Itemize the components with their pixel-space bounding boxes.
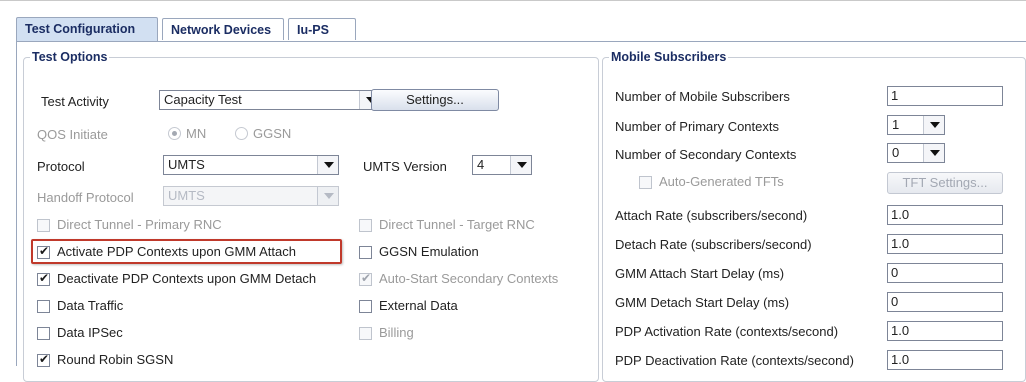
- protocol-dropdown[interactable]: UMTS: [163, 155, 339, 175]
- gmm-detach-delay-label: GMM Detach Start Delay (ms): [615, 295, 790, 310]
- auto-start-secondary-checkbox[interactable]: ✔: [359, 271, 372, 286]
- direct-tunnel-primary-checkbox[interactable]: [37, 219, 50, 232]
- test-activity-label: Test Activity: [41, 94, 109, 109]
- chevron-down-icon: [923, 144, 944, 162]
- direct-tunnel-primary-label: Direct Tunnel - Primary RNC: [57, 217, 222, 232]
- auto-start-secondary-label: Auto-Start Secondary Contexts: [379, 271, 559, 286]
- detach-rate-label: Detach Rate (subscribers/second): [615, 237, 812, 252]
- qos-mn-radio[interactable]: [168, 127, 181, 140]
- external-data-label: External Data: [379, 298, 458, 313]
- data-traffic-checkbox[interactable]: [37, 300, 50, 313]
- handoff-protocol-dropdown[interactable]: UMTS: [163, 186, 339, 206]
- billing-label: Billing: [379, 325, 414, 340]
- data-traffic-label: Data Traffic: [57, 298, 124, 313]
- attach-rate-input[interactable]: 1.0: [887, 205, 1003, 225]
- chevron-down-icon: [317, 156, 338, 174]
- tab-iu-ps[interactable]: Iu-PS: [288, 18, 356, 40]
- pdp-activation-input[interactable]: 1.0: [887, 321, 1003, 341]
- ggsn-emulation-checkbox[interactable]: [359, 246, 372, 259]
- pdp-activation-label: PDP Activation Rate (contexts/second): [615, 324, 839, 339]
- round-robin-sgsn-label: Round Robin SGSN: [57, 352, 174, 367]
- qos-initiate-label: QOS Initiate: [37, 127, 108, 142]
- pdp-deactivation-input[interactable]: 1.0: [887, 350, 1003, 370]
- deactivate-pdp-label: Deactivate PDP Contexts upon GMM Detach: [57, 271, 317, 286]
- primary-contexts-value: 1: [892, 117, 900, 132]
- primary-contexts-dropdown[interactable]: 1: [887, 115, 945, 135]
- attach-rate-label: Attach Rate (subscribers/second): [615, 208, 808, 223]
- highlight-annotation: [31, 239, 342, 264]
- data-ipsec-label: Data IPSec: [57, 325, 123, 340]
- test-activity-value: Capacity Test: [164, 92, 242, 107]
- umts-version-dropdown[interactable]: 4: [472, 155, 532, 175]
- protocol-label: Protocol: [37, 159, 85, 174]
- tab-network-devices[interactable]: Network Devices: [162, 18, 284, 40]
- gmm-attach-delay-label: GMM Attach Start Delay (ms): [615, 266, 785, 281]
- test-configuration-panel: Test Options Test Activity Capacity Test…: [16, 42, 1026, 382]
- deactivate-pdp-checkbox[interactable]: ✔: [37, 271, 50, 286]
- secondary-contexts-label: Number of Secondary Contexts: [615, 147, 797, 162]
- umts-version-value: 4: [477, 157, 485, 172]
- direct-tunnel-target-label: Direct Tunnel - Target RNC: [379, 217, 535, 232]
- check-mark-icon: ✔: [361, 271, 372, 285]
- direct-tunnel-target-checkbox[interactable]: [359, 219, 372, 232]
- gmm-detach-delay-input[interactable]: 0: [887, 292, 1003, 312]
- tab-test-configuration[interactable]: Test Configuration: [16, 17, 158, 41]
- secondary-contexts-value: 0: [892, 145, 900, 160]
- primary-contexts-label: Number of Primary Contexts: [615, 119, 779, 134]
- chevron-down-icon: [510, 156, 531, 174]
- check-mark-icon: ✔: [39, 271, 50, 285]
- mobile-subscribers-legend: Mobile Subscribers: [611, 50, 727, 64]
- handoff-protocol-label: Handoff Protocol: [37, 190, 134, 205]
- qos-mn-label: MN: [186, 126, 207, 141]
- check-mark-icon: ✔: [39, 352, 50, 366]
- num-subscribers-input[interactable]: 1: [887, 86, 1003, 106]
- auto-generated-tfts-label: Auto-Generated TFTs: [659, 174, 784, 189]
- auto-generated-tfts-checkbox[interactable]: [639, 176, 652, 189]
- gmm-attach-delay-input[interactable]: 0: [887, 263, 1003, 283]
- radio-selected-dot: [172, 131, 177, 136]
- handoff-protocol-value: UMTS: [168, 188, 205, 203]
- umts-version-label: UMTS Version: [363, 159, 447, 174]
- test-options-legend: Test Options: [32, 50, 108, 64]
- qos-ggsn-radio[interactable]: [235, 127, 248, 140]
- external-data-checkbox[interactable]: [359, 300, 372, 313]
- secondary-contexts-dropdown[interactable]: 0: [887, 143, 945, 163]
- qos-ggsn-label: GGSN: [253, 126, 292, 141]
- data-ipsec-checkbox[interactable]: [37, 327, 50, 340]
- test-activity-dropdown[interactable]: Capacity Test: [159, 90, 381, 110]
- chevron-down-icon: [317, 187, 338, 205]
- ggsn-emulation-label: GGSN Emulation: [379, 244, 479, 259]
- detach-rate-input[interactable]: 1.0: [887, 234, 1003, 254]
- billing-checkbox[interactable]: [359, 327, 372, 340]
- top-divider: [0, 0, 1026, 1]
- tft-settings-button[interactable]: TFT Settings...: [887, 172, 1003, 194]
- round-robin-sgsn-checkbox[interactable]: ✔: [37, 352, 50, 367]
- num-subscribers-label: Number of Mobile Subscribers: [615, 89, 790, 104]
- chevron-down-icon: [923, 116, 944, 134]
- protocol-value: UMTS: [168, 157, 205, 172]
- settings-button[interactable]: Settings...: [371, 89, 499, 111]
